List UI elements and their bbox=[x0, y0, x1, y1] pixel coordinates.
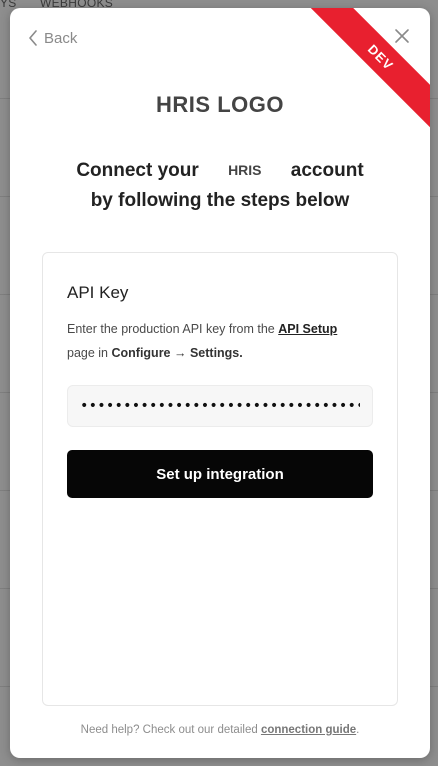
set-up-integration-button[interactable]: Set up integration bbox=[67, 450, 373, 498]
footer-text: Need help? Check out our detailed bbox=[80, 724, 261, 736]
api-setup-link[interactable]: API Setup bbox=[278, 322, 337, 336]
api-key-input[interactable] bbox=[67, 385, 373, 427]
heading-prefix: Connect your bbox=[76, 160, 199, 181]
description-prefix: Enter the production API key from the bbox=[67, 322, 279, 336]
back-button[interactable]: Back bbox=[28, 28, 77, 48]
close-button[interactable] bbox=[394, 28, 410, 44]
ribbon-label: DEV bbox=[365, 41, 397, 73]
connect-heading: Connect your HRIS account by following t… bbox=[10, 155, 430, 216]
configure-settings-path: Configure → Settings. bbox=[111, 346, 243, 360]
footer-suffix: . bbox=[356, 724, 360, 736]
api-key-card: API Key Enter the production API key fro… bbox=[42, 252, 398, 706]
api-key-title: API Key bbox=[67, 283, 129, 302]
api-key-description: Enter the production API key from the AP… bbox=[67, 317, 379, 365]
hris-inline-logo: HRIS bbox=[228, 162, 262, 178]
heading-suffix: account bbox=[290, 160, 364, 181]
chevron-left-icon bbox=[28, 30, 38, 46]
connect-modal: Back DEV HRIS LOGO Connect your HRIS acc… bbox=[10, 8, 430, 758]
close-icon bbox=[394, 29, 410, 48]
connection-guide-link[interactable]: connection guide bbox=[261, 724, 356, 736]
description-mid: page in bbox=[67, 346, 112, 360]
heading-line-2: by following the steps below bbox=[90, 190, 350, 211]
help-footer: Need help? Check out our detailed connec… bbox=[10, 724, 430, 736]
hris-logo: HRIS LOGO bbox=[156, 92, 284, 117]
back-label: Back bbox=[44, 29, 78, 47]
